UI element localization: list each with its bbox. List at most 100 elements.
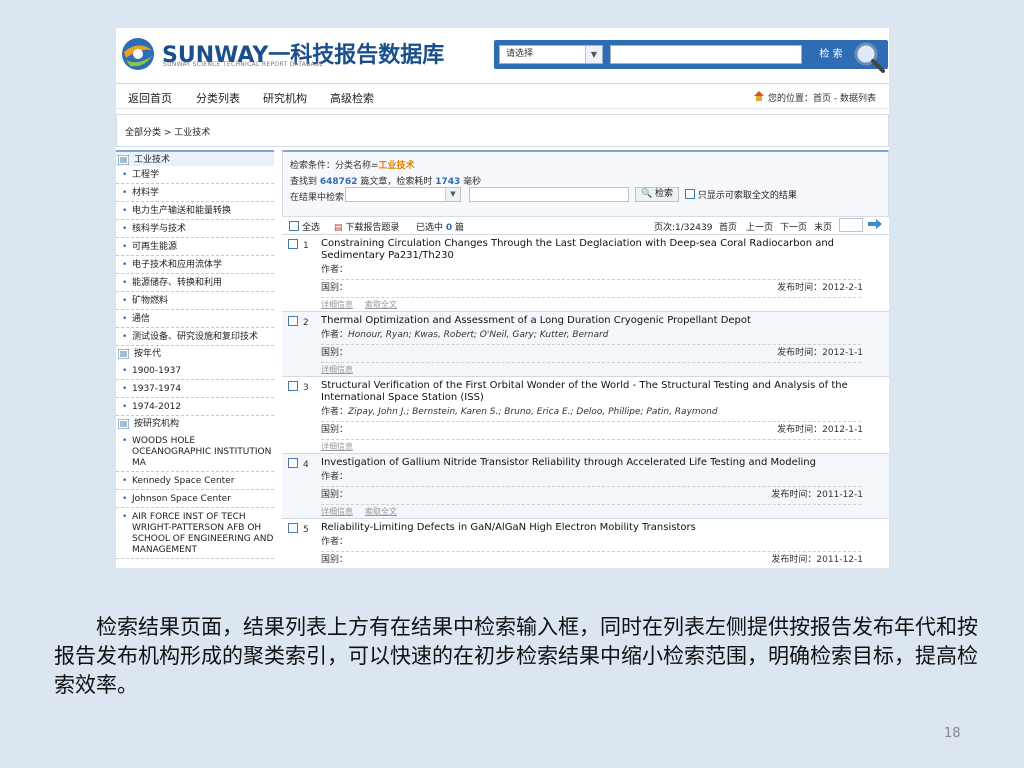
- sidebar-item-year[interactable]: • 1900-1937: [116, 362, 274, 380]
- checkbox-icon[interactable]: [288, 239, 298, 249]
- result-number: 3: [288, 381, 309, 393]
- author-label: 作者：: [321, 407, 349, 417]
- author-label: 作者：: [321, 330, 349, 340]
- select-all-checkbox[interactable]: 全选: [289, 220, 320, 233]
- result-country-row: 国别： 发布时间：2011-12-1: [321, 487, 863, 505]
- sidebar-year-header: 按年代: [116, 346, 274, 362]
- result-item: 1 Constraining Circulation Changes Throu…: [282, 235, 889, 312]
- download-label: 下载报告题录: [345, 223, 400, 233]
- publish-date: 发布时间：2011-12-1: [771, 487, 863, 503]
- sidebar-item-year[interactable]: • 1937-1974: [116, 380, 274, 398]
- sidebar-item-energy-storage[interactable]: • 能源储存、转换和利用: [116, 274, 274, 292]
- bullet-icon: •: [122, 242, 128, 252]
- within-field-select[interactable]: ▼: [345, 187, 461, 202]
- result-title[interactable]: Thermal Optimization and Assessment of a…: [321, 312, 851, 327]
- download-button[interactable]: ▤ 下载报告题录: [334, 220, 399, 233]
- next-page-link[interactable]: 下一页: [780, 220, 807, 233]
- sidebar-item-fossil-fuels[interactable]: • 矿物燃料: [116, 292, 274, 310]
- author-label: 作者：: [321, 472, 349, 482]
- publish-date: 发布时间：2011-12-1: [771, 552, 863, 568]
- sidebar-item-label: 核科学与技术: [132, 224, 187, 234]
- sidebar-item-org[interactable]: • Johnson Space Center: [116, 490, 274, 508]
- result-title[interactable]: Reliability-Limiting Defects in GaN/AlGa…: [321, 519, 851, 534]
- nav-institutions[interactable]: 研究机构: [263, 90, 307, 106]
- sidebar-item-nuclear[interactable]: • 核科学与技术: [116, 220, 274, 238]
- result-number: 1: [288, 239, 309, 251]
- sidebar-item-year[interactable]: • 1974-2012: [116, 398, 274, 416]
- result-title[interactable]: Investigation of Gallium Nitride Transis…: [321, 454, 851, 469]
- detail-link[interactable]: 详细信息: [321, 365, 353, 374]
- nav-category-list[interactable]: 分类列表: [196, 90, 240, 106]
- breadcrumb-text[interactable]: 全部分类 > 工业技术: [125, 125, 210, 138]
- sidebar-item-materials[interactable]: • 材料学: [116, 184, 274, 202]
- pub-label: 发布时间：: [777, 348, 823, 358]
- bullet-icon: •: [122, 512, 128, 522]
- within-search-input[interactable]: [469, 187, 629, 202]
- search-button[interactable]: 检 索: [810, 45, 852, 64]
- sidebar-item-org[interactable]: • WOODS HOLE OCEANOGRAPHIC INSTITUTION MA: [116, 432, 274, 472]
- list-icon: [118, 155, 129, 165]
- result-index: 5: [303, 525, 309, 535]
- first-page-link[interactable]: 首页: [719, 220, 737, 233]
- result-index: 4: [303, 460, 309, 470]
- country-label: 国别：: [321, 555, 349, 565]
- sidebar-item-org[interactable]: • AIR FORCE INST OF TECH WRIGHT-PATTERSON…: [116, 508, 274, 559]
- request-fulltext-link[interactable]: 索取全文: [365, 300, 397, 309]
- sidebar-item-org[interactable]: • Kennedy Space Center: [116, 472, 274, 490]
- prev-page-link[interactable]: 上一页: [746, 220, 773, 233]
- result-title[interactable]: Constraining Circulation Changes Through…: [321, 235, 851, 262]
- search-type-value: 请选择: [506, 49, 534, 59]
- result-index: 2: [303, 318, 309, 328]
- result-links: 详细信息: [321, 363, 889, 376]
- home-icon: [754, 91, 764, 101]
- checkbox-icon[interactable]: [288, 523, 298, 533]
- result-country-row: 国别： 发布时间：2012-1-1: [321, 422, 863, 440]
- nav-home[interactable]: 返回首页: [128, 90, 172, 106]
- sidebar-item-label: 材料学: [132, 188, 160, 198]
- found-prefix: 查找到: [290, 177, 318, 187]
- result-item: 3 Structural Verification of the First O…: [282, 377, 889, 454]
- fulltext-only-checkbox[interactable]: 只显示可索取全文的结果: [685, 188, 797, 201]
- arrow-right-icon[interactable]: [868, 219, 882, 229]
- slide-page-number: 18: [944, 726, 961, 741]
- chevron-down-icon: ▼: [445, 188, 460, 201]
- bullet-icon: •: [122, 314, 128, 324]
- search-type-select[interactable]: 请选择 ▼: [499, 45, 603, 64]
- publish-date: 发布时间：2012-1-1: [777, 345, 863, 361]
- result-links: 详细信息 索取全文: [321, 505, 889, 518]
- sidebar-item-test-equipment[interactable]: • 测试设备、研究设施和复印技术: [116, 328, 274, 346]
- pub-date: 2012-2-1: [822, 283, 863, 293]
- sidebar-item-label: 工程学: [132, 170, 160, 180]
- bullet-icon: •: [122, 494, 128, 504]
- sidebar-item-engineering[interactable]: • 工程学: [116, 166, 274, 184]
- magnifier-icon[interactable]: [849, 40, 887, 74]
- sidebar-item-label: AIR FORCE INST OF TECH WRIGHT-PATTERSON …: [132, 512, 274, 555]
- checkbox-icon[interactable]: [288, 381, 298, 391]
- checkbox-icon[interactable]: [288, 458, 298, 468]
- sidebar-item-label: 矿物燃料: [132, 296, 169, 306]
- sidebar-item-renewable[interactable]: • 可再生能源: [116, 238, 274, 256]
- bullet-icon: •: [122, 332, 128, 342]
- last-page-link[interactable]: 末页: [814, 220, 832, 233]
- pub-date: 2012-1-1: [822, 425, 863, 435]
- result-country-row: 国别： 发布时间：2012-2-1: [321, 280, 863, 298]
- pub-label: 发布时间：: [777, 283, 823, 293]
- sidebar-item-power[interactable]: • 电力生产输送和能量转换: [116, 202, 274, 220]
- result-author-row: 作者：: [321, 262, 861, 280]
- sidebar-item-label: 能源储存、转换和利用: [132, 278, 223, 288]
- detail-link[interactable]: 详细信息: [321, 442, 353, 451]
- search-icon: 🔍: [640, 189, 653, 199]
- bullet-icon: •: [122, 384, 128, 394]
- detail-link[interactable]: 详细信息: [321, 507, 353, 516]
- nav-advanced-search[interactable]: 高级检索: [330, 90, 374, 106]
- sidebar-item-electronics[interactable]: • 电子技术和应用流体学: [116, 256, 274, 274]
- detail-link[interactable]: 详细信息: [321, 300, 353, 309]
- result-title[interactable]: Structural Verification of the First Orb…: [321, 377, 851, 404]
- within-search-button[interactable]: 🔍 检索: [635, 187, 679, 202]
- page-number-input[interactable]: [839, 218, 863, 232]
- result-author-row: 作者：Honour, Ryan; Kwas, Robert; O'Neil, G…: [321, 327, 861, 345]
- sidebar-item-communication[interactable]: • 通信: [116, 310, 274, 328]
- search-input[interactable]: [610, 45, 802, 64]
- checkbox-icon[interactable]: [288, 316, 298, 326]
- request-fulltext-link[interactable]: 索取全文: [365, 507, 397, 516]
